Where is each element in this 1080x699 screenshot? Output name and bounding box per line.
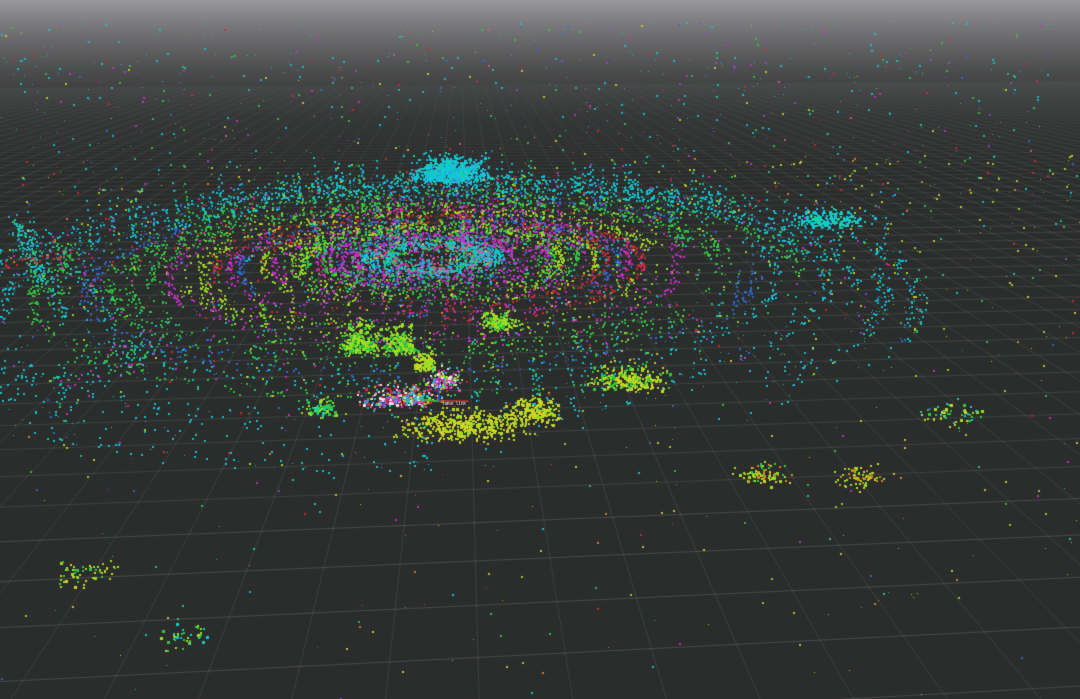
pointcloud-3d-viewport[interactable]: base_link (0, 0, 1080, 699)
viewport-canvas[interactable] (0, 0, 1080, 699)
